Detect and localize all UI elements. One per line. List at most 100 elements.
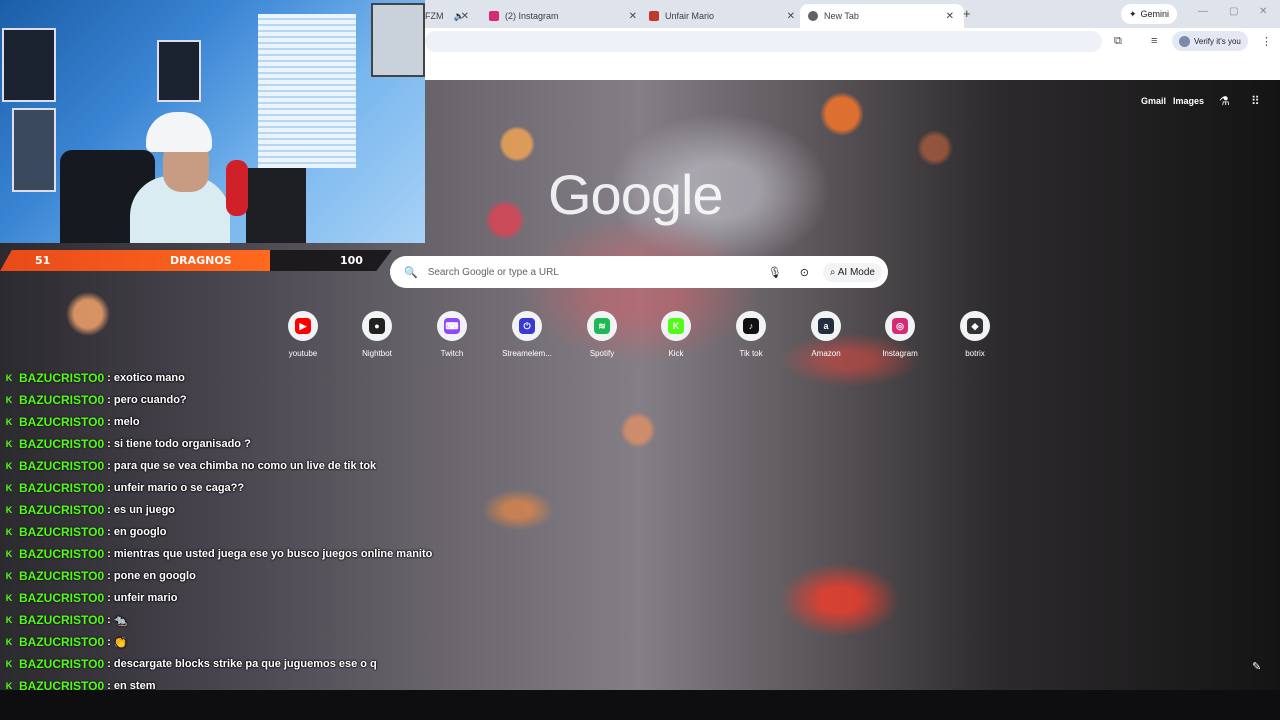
shortcut-tile[interactable]: a [811, 311, 841, 341]
maximize-button[interactable]: ▢ [1229, 6, 1238, 17]
chat-separator: : [104, 570, 114, 582]
verify-label: Verify it's you [1194, 36, 1241, 46]
screenshot-icon[interactable]: ⧉ [1114, 35, 1122, 48]
minimize-button[interactable]: — [1198, 6, 1208, 17]
reading-list-icon[interactable]: ≡ [1151, 35, 1157, 47]
search-input[interactable]: Search Google or type a URL [428, 267, 768, 278]
kick-badge-icon: K [5, 505, 13, 515]
chat-separator: : [104, 548, 114, 560]
customize-pencil-icon[interactable]: ✎ [1252, 660, 1261, 673]
tab-instagram[interactable]: (2) Instagram ✕ [481, 4, 647, 28]
shortcut-streamelements[interactable]: ⏻ Streamelem... [489, 311, 565, 358]
labs-flask-icon[interactable]: ⚗ [1219, 94, 1230, 108]
chat-username: BAZUCRISTO0 [19, 371, 105, 385]
shortcut-twitch[interactable]: ⌨ Twitch [414, 311, 490, 358]
chat-text: mientras que usted juega ese yo busco ju… [113, 548, 433, 560]
ai-mode-label: AI Mode [837, 266, 875, 278]
chat-message: K BAZUCRISTO0 : descargate blocks strike … [0, 653, 600, 675]
search-box[interactable]: 🔍 Search Google or type a URL 🎙 ⊙ ⌕ AI M… [390, 256, 888, 288]
wall-poster [2, 28, 56, 102]
microphone-icon[interactable]: 🎙 [768, 266, 782, 279]
shortcut-nightbot[interactable]: ● Nightbot [339, 311, 415, 358]
shortcut-amazon[interactable]: a Amazon [788, 311, 864, 358]
ai-search-icon: ⌕ [829, 266, 836, 278]
chat-text: es un juego [113, 504, 176, 516]
images-link[interactable]: Images [1173, 96, 1204, 106]
address-bar[interactable] [425, 31, 1102, 52]
shortcut-label: Twitch [440, 349, 464, 358]
chat-text: en stem [113, 680, 156, 692]
tab-fzm[interactable]: FZM 🔈 ✕ [425, 4, 479, 28]
chat-text: pone en googlo [113, 570, 196, 582]
chat-message: K BAZUCRISTO0 : pero cuando? [0, 389, 600, 411]
shortcut-instagram[interactable]: ◎ Instagram [862, 311, 938, 358]
right-score: 100 [340, 254, 363, 267]
menu-kebab-icon[interactable]: ⋮ [1261, 35, 1272, 48]
kick-badge-icon: K [5, 571, 13, 581]
chat-username: BAZUCRISTO0 [19, 437, 105, 451]
kick-badge-icon: K [5, 527, 13, 537]
shortcut-tiktok[interactable]: ♪ Tik tok [713, 311, 789, 358]
shortcut-tile[interactable]: ◎ [885, 311, 915, 341]
shortcut-tile[interactable]: ⌨ [437, 311, 467, 341]
shortcut-tile[interactable]: ≋ [587, 311, 617, 341]
verify-profile-button[interactable]: Verify it's you [1172, 31, 1248, 51]
shortcut-label: botrix [965, 349, 985, 358]
shortcut-label: Streamelem... [502, 349, 552, 358]
new-tab-button[interactable]: + [963, 6, 971, 21]
chat-separator: : [104, 372, 114, 384]
chat-text: pero cuando? [113, 394, 187, 406]
mic-stand [246, 168, 306, 243]
chat-text: descargate blocks strike pa que juguemos… [113, 658, 377, 670]
kick-badge-icon: K [5, 395, 13, 405]
chat-text: melo [113, 416, 140, 428]
wall-poster [157, 40, 201, 102]
tab-close-icon[interactable]: ✕ [946, 11, 954, 22]
shortcut-kick[interactable]: K Kick [638, 311, 714, 358]
shortcut-botrix[interactable]: ◆ botrix [937, 311, 1013, 358]
tab-new-tab[interactable]: New Tab ✕ [800, 4, 964, 28]
gemini-button[interactable]: ✦ Gemini [1121, 4, 1178, 24]
shortcut-tile[interactable]: ◆ [960, 311, 990, 341]
kick-badge-icon: K [5, 417, 13, 427]
chat-separator: : [104, 438, 114, 450]
shortcut-tile[interactable]: K [661, 311, 691, 341]
chat-username: BAZUCRISTO0 [19, 459, 105, 473]
shortcut-tile[interactable]: ▶ [288, 311, 318, 341]
botrix-icon: ◆ [967, 318, 983, 334]
search-icon: 🔍 [404, 266, 418, 279]
chat-overlay: K BAZUCRISTO0 : exotico mano K BAZUCRISTO0 … [0, 367, 600, 720]
chat-message: K BAZUCRISTO0 : unfeir mario o se caga?? [0, 477, 600, 499]
kick-badge-icon: K [5, 461, 13, 471]
apps-grid-icon[interactable]: ⠿ [1251, 94, 1260, 108]
shortcut-youtube[interactable]: ▶ youtube [265, 311, 341, 358]
tab-close-icon[interactable]: ✕ [461, 11, 469, 22]
chat-separator: : [104, 416, 114, 428]
chat-message: K BAZUCRISTO0 : 🐀 [0, 609, 600, 631]
shortcut-tile[interactable]: ⏻ [512, 311, 542, 341]
tab-unfair-mario[interactable]: Unfair Mario ✕ [641, 4, 805, 28]
kick-badge-icon: K [5, 637, 13, 647]
kick-badge-icon: K [5, 549, 13, 559]
chat-separator: : [104, 460, 114, 472]
chat-username: BAZUCRISTO0 [19, 547, 105, 561]
tab-close-icon[interactable]: ✕ [629, 11, 637, 22]
picture-frame [371, 3, 425, 77]
tab-close-icon[interactable]: ✕ [787, 11, 795, 22]
lens-camera-icon[interactable]: ⊙ [800, 266, 809, 279]
shortcut-tile[interactable]: ● [362, 311, 392, 341]
ai-mode-button[interactable]: ⌕ AI Mode [822, 262, 882, 282]
gmail-link[interactable]: Gmail [1141, 96, 1166, 106]
chat-text: si tiene todo organisado ? [113, 438, 251, 450]
close-window-button[interactable]: ✕ [1259, 6, 1267, 17]
chat-message: K BAZUCRISTO0 : es un juego [0, 499, 600, 521]
shelf [12, 108, 56, 192]
chat-message: K BAZUCRISTO0 : en stem [0, 675, 600, 697]
chat-message: K BAZUCRISTO0 : mientras que usted juega … [0, 543, 600, 565]
chat-username: BAZUCRISTO0 [19, 503, 105, 517]
kick-badge-icon: K [5, 615, 13, 625]
shortcut-spotify[interactable]: ≋ Spotify [564, 311, 640, 358]
shortcut-tile[interactable]: ♪ [736, 311, 766, 341]
chat-username: BAZUCRISTO0 [19, 635, 105, 649]
kick-badge-icon: K [5, 659, 13, 669]
